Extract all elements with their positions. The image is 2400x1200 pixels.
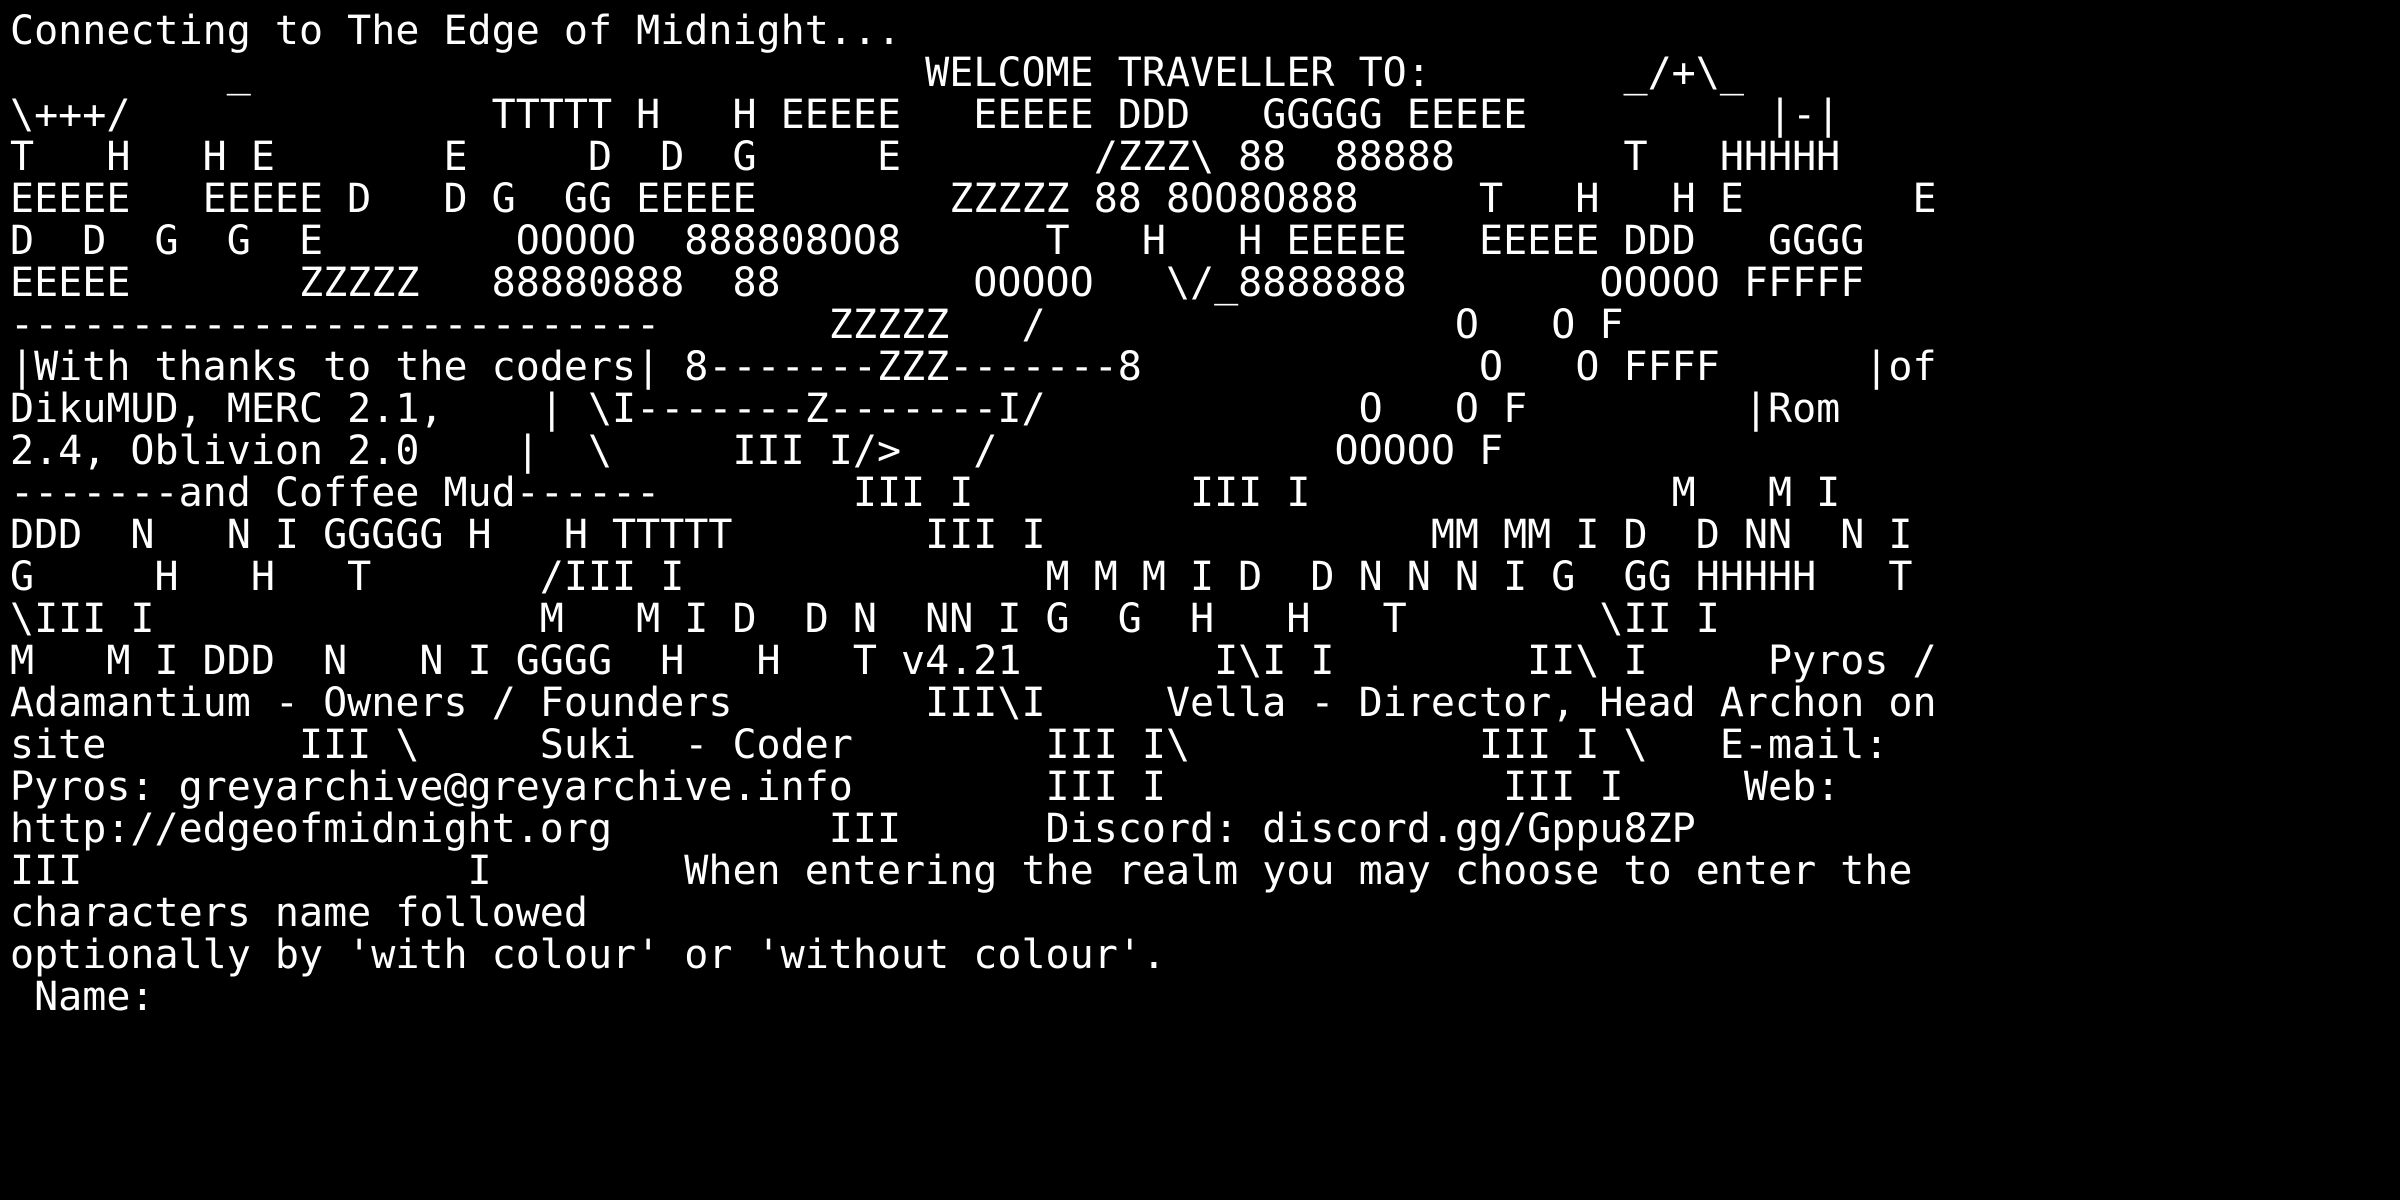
terminal-line: EEEEE EEEEE D D G GG EEEEE ZZZZZ 88 8OO8… [10, 176, 1937, 222]
terminal-line: optionally by 'with colour' or 'without … [10, 932, 1166, 978]
terminal-line: _ WELCOME TRAVELLER TO: _/+\_ [10, 50, 1744, 96]
terminal-line: EEEEE ZZZZZ 88880888 88 OOOOO \/_8888888… [10, 260, 1865, 306]
name-prompt-label: Name: [10, 974, 179, 1020]
terminal-window[interactable]: Connecting to The Edge of Midnight... _ … [0, 0, 2400, 1200]
name-prompt-row: Name: [10, 976, 2400, 1018]
terminal-line: Pyros: greyarchive@greyarchive.info III … [10, 764, 1841, 810]
terminal-line: \+++/ TTTTT H H EEEEE EEEEE DDD GGGGG EE… [10, 92, 1841, 138]
terminal-line: D D G G E OOOOO 888808OO8 T H H EEEEE EE… [10, 218, 1865, 264]
terminal-line: DDD N N I GGGGG H H TTTTT III I MM MM I … [10, 512, 1913, 558]
name-input[interactable] [178, 976, 1379, 1018]
terminal-line: 2.4, Oblivion 2.0 | \ III I/> / OOOOO F [10, 428, 1504, 474]
terminal-line: --------------------------- ZZZZZ / O O … [10, 302, 1624, 348]
terminal-line: Adamantium - Owners / Founders III\I Vel… [10, 680, 1937, 726]
terminal-line: T H H E E D D G E /ZZZ\ 88 88888 T HHHHH [10, 134, 1841, 180]
terminal-line: |With thanks to the coders| 8-------ZZZ-… [10, 344, 1937, 390]
terminal-line: characters name followed [10, 890, 588, 936]
terminal-line: http://edgeofmidnight.org III Discord: d… [10, 806, 1696, 852]
terminal-line: DikuMUD, MERC 2.1, | \I-------Z-------I/… [10, 386, 1841, 432]
terminal-line: \III I M M I D D N NN I G G H H T \II I [10, 596, 1720, 642]
terminal-line: -------and Coffee Mud------ III I III I … [10, 470, 1841, 516]
terminal-line: site III \ Suki - Coder III I\ III I \ E… [10, 722, 1889, 768]
terminal-line: G H H T /III I M M M I D D N N N I G GG … [10, 554, 1913, 600]
terminal-line: M M I DDD N N I GGGG H H T v4.21 I\I I I… [10, 638, 1937, 684]
terminal-line: Connecting to The Edge of Midnight... [10, 8, 902, 54]
terminal-line: III I When entering the realm you may ch… [10, 848, 1913, 894]
